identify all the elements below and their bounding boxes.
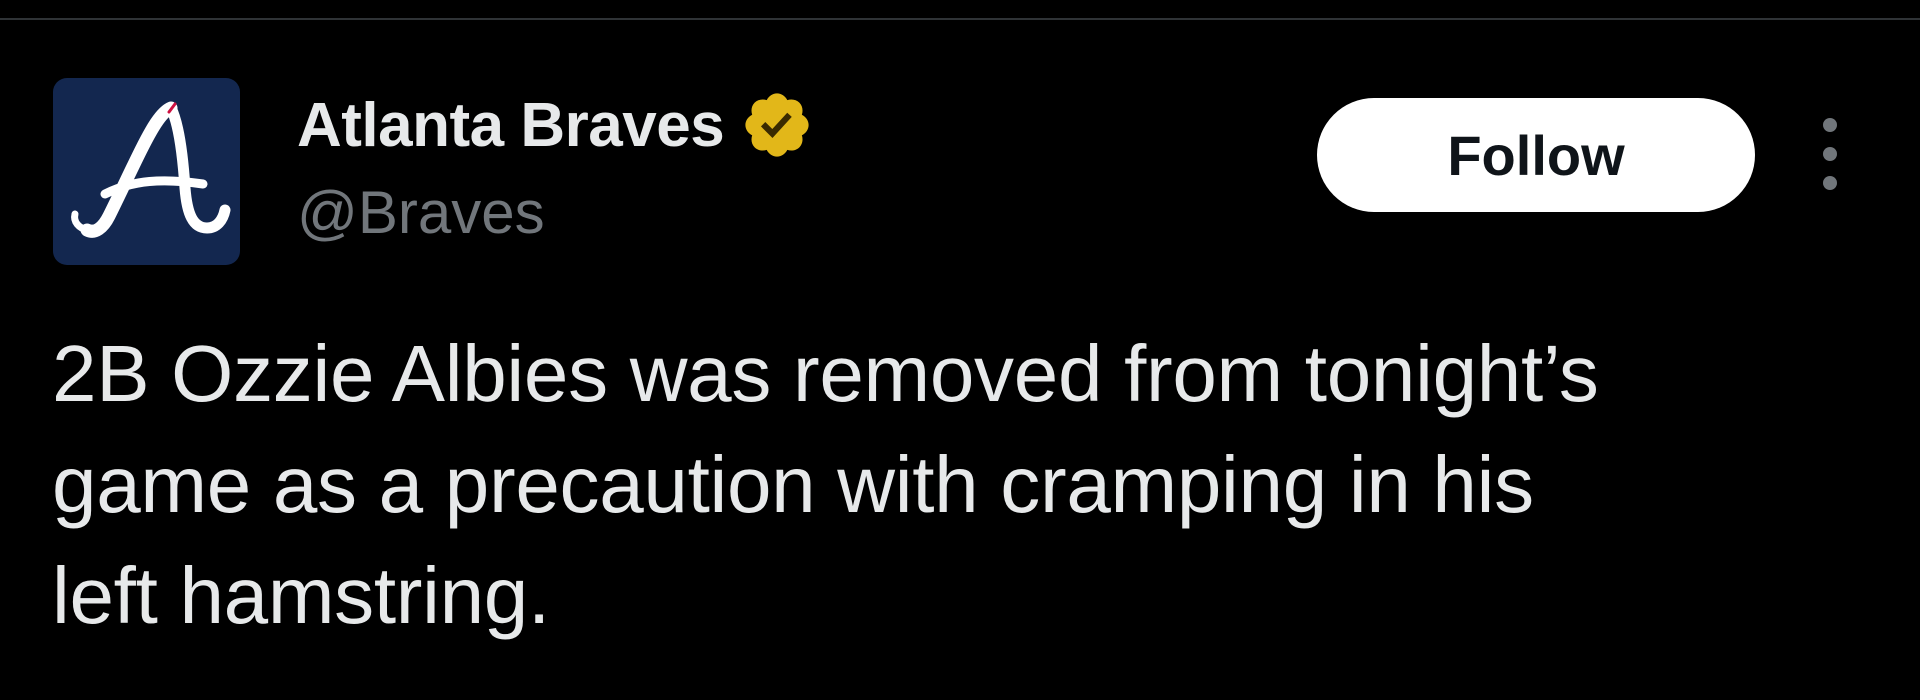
display-name[interactable]: Atlanta Braves	[297, 88, 814, 162]
vertical-ellipsis-icon[interactable]	[1812, 118, 1848, 190]
ellipsis-dot	[1823, 176, 1837, 190]
account-handle[interactable]: @Braves	[297, 178, 545, 247]
display-name-text[interactable]: Atlanta Braves	[297, 90, 725, 161]
follow-button[interactable]: Follow	[1317, 98, 1755, 212]
ellipsis-dot	[1823, 118, 1837, 132]
braves-a-logo-icon	[71, 101, 231, 238]
gold-verified-badge-icon[interactable]	[740, 88, 814, 162]
ellipsis-dot	[1823, 147, 1837, 161]
top-divider	[0, 0, 1920, 20]
profile-avatar[interactable]	[53, 78, 240, 265]
tweet-text: 2B Ozzie Albies was removed from tonight…	[52, 329, 1599, 640]
